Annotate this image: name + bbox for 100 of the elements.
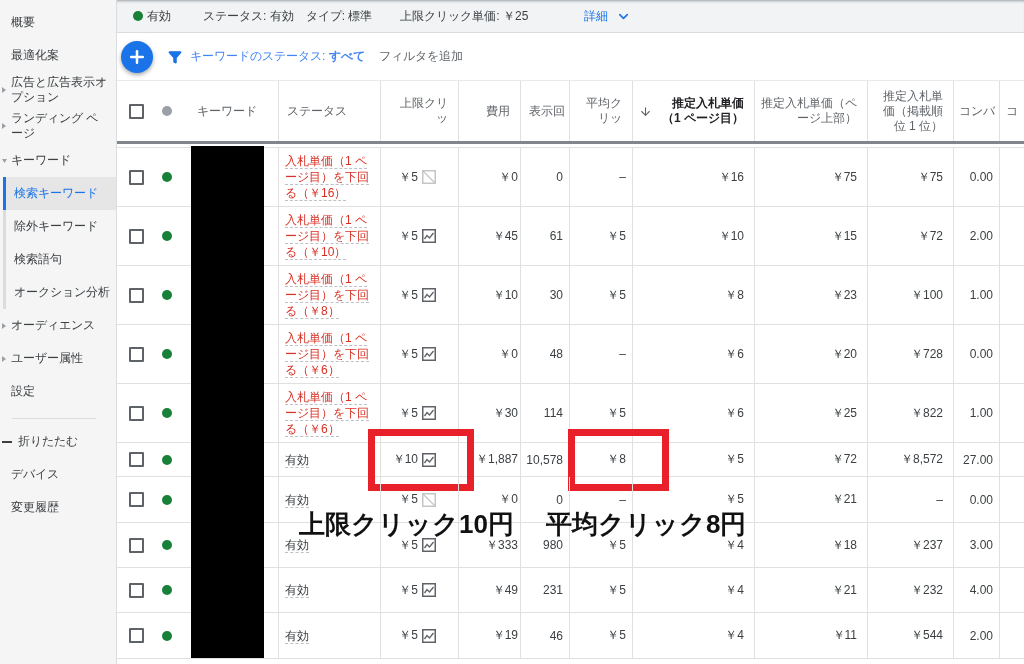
status-text[interactable]: 入札単価（1 ページ目）を下回る（￥6） xyxy=(285,330,370,378)
annotation-label: 平均クリック8円 xyxy=(546,509,747,539)
max-cpc-text: 上限クリック単価: ￥25 xyxy=(400,7,529,25)
max-cpc-value[interactable]: ￥5 xyxy=(399,627,418,644)
row-checkbox[interactable] xyxy=(128,628,144,643)
conversions-value: 27.00 xyxy=(962,452,993,467)
conversions-value: 0.00 xyxy=(969,492,993,507)
trend-chart-icon[interactable] xyxy=(422,628,436,643)
sidebar-item[interactable]: デバイス xyxy=(0,458,116,491)
conversions-value: 0.00 xyxy=(969,347,993,361)
column-header[interactable]: コンバ xyxy=(959,103,995,119)
row-checkbox[interactable] xyxy=(128,492,144,507)
row-checkbox[interactable] xyxy=(128,452,144,467)
max-cpc-value[interactable]: ￥5 xyxy=(399,491,418,508)
first-position-bid-value: – xyxy=(936,492,943,507)
status-text[interactable]: 有効 xyxy=(285,451,370,468)
sidebar-item[interactable]: 除外キーワード xyxy=(3,210,116,243)
sidebar-item[interactable]: 変更履歴 xyxy=(0,491,116,524)
sidebar-item[interactable]: キーワード xyxy=(0,144,116,177)
sidebar-item[interactable]: ユーザー属性 xyxy=(0,342,116,375)
row-checkbox[interactable] xyxy=(128,228,144,244)
column-header[interactable]: 表示回 xyxy=(529,103,565,119)
cost-value: ￥30 xyxy=(492,404,518,422)
first-position-bid-value: ￥822 xyxy=(910,404,943,422)
row-checkbox[interactable] xyxy=(128,537,144,553)
max-cpc-value[interactable]: ￥5 xyxy=(399,168,418,186)
conversions-value: 1.00 xyxy=(969,406,993,420)
details-link[interactable]: 詳細 xyxy=(584,7,632,25)
column-header[interactable]: 推定入札単価（掲載順位 1 位） xyxy=(874,88,943,134)
add-button[interactable] xyxy=(121,40,153,73)
conversions-value: 0.00 xyxy=(969,170,993,184)
impressions-value: 48 xyxy=(549,347,563,361)
first-page-bid-value: ￥10 xyxy=(718,227,744,245)
row-checkbox[interactable] xyxy=(128,287,144,303)
collapse-button[interactable]: 折りたたむ xyxy=(0,425,116,458)
avg-cpc-value: ￥5 xyxy=(607,581,626,599)
status-text[interactable]: 有効 xyxy=(285,491,370,508)
column-header[interactable]: 推定入札単価（ページ上部） xyxy=(761,96,857,126)
impressions-value: 231 xyxy=(542,583,563,597)
status-dot xyxy=(162,630,172,641)
sidebar-item[interactable]: ランディング ページ xyxy=(0,108,116,144)
status-dot xyxy=(162,231,172,241)
sidebar-item[interactable]: オークション分析 xyxy=(3,276,116,309)
sidebar-item[interactable]: 検索キーワード xyxy=(3,177,116,210)
column-header[interactable]: ステータス xyxy=(287,103,347,119)
trend-chart-icon[interactable] xyxy=(422,288,436,302)
sort-arrow-icon[interactable] xyxy=(639,104,652,118)
column-header[interactable]: 推定入札単価（1 ページ目） xyxy=(660,96,744,126)
trend-chart-icon[interactable] xyxy=(422,347,436,361)
max-cpc-value[interactable]: ￥5 xyxy=(399,404,418,422)
max-cpc-value[interactable]: ￥5 xyxy=(399,536,418,554)
top-page-bid-value: ￥75 xyxy=(831,168,857,186)
row-checkbox[interactable] xyxy=(128,169,144,185)
select-all-checkbox[interactable] xyxy=(128,103,144,119)
add-filter-link[interactable]: フィルタを追加 xyxy=(378,48,463,65)
status-text[interactable]: 有効 xyxy=(285,627,370,644)
status-text[interactable]: 入札単価（1 ページ目）を下回る（￥16） xyxy=(285,153,370,201)
row-checkbox[interactable] xyxy=(128,346,144,362)
max-cpc-value[interactable]: ￥5 xyxy=(399,227,418,245)
filter-chip[interactable]: キーワードのステータス: すべて xyxy=(190,48,365,65)
first-position-bid-value: ￥75 xyxy=(917,168,943,186)
column-header[interactable]: 上限クリッ xyxy=(389,96,448,126)
filter-icon[interactable] xyxy=(168,49,182,64)
status-dot xyxy=(133,11,143,21)
sidebar-item[interactable]: 最適化案 xyxy=(0,39,116,72)
first-position-bid-value: ￥72 xyxy=(917,227,943,245)
sidebar-item[interactable]: 概要 xyxy=(0,6,116,39)
status-text[interactable]: 入札単価（1 ページ目）を下回る（￥8） xyxy=(285,271,370,319)
top-page-bid-value: ￥18 xyxy=(831,536,857,554)
status-label: 有効 xyxy=(147,7,171,25)
first-page-bid-value: ￥6 xyxy=(725,345,744,363)
status-text[interactable]: 有効 xyxy=(285,537,370,553)
trend-chart-icon[interactable] xyxy=(422,583,436,597)
max-cpc-value[interactable]: ￥5 xyxy=(399,345,418,363)
column-header[interactable]: 平均クリッ xyxy=(576,96,622,126)
sidebar-item[interactable]: 設定 xyxy=(0,375,116,408)
conversions-value: 2.00 xyxy=(969,229,993,243)
sidebar-item[interactable]: 広告と広告表示オプション xyxy=(0,72,116,108)
column-header[interactable]: コ xyxy=(1006,103,1018,119)
row-checkbox[interactable] xyxy=(128,582,144,598)
impressions-value: 0 xyxy=(556,492,563,507)
row-checkbox[interactable] xyxy=(128,405,144,421)
trend-chart-icon[interactable] xyxy=(422,538,436,552)
sidebar-item[interactable]: オーディエンス xyxy=(0,309,116,342)
trend-chart-icon[interactable] xyxy=(422,229,436,243)
max-cpc-value[interactable]: ￥5 xyxy=(399,581,418,599)
trend-chart-icon[interactable] xyxy=(422,406,436,420)
max-cpc-value[interactable]: ￥10 xyxy=(392,451,418,468)
column-header[interactable]: キーワード xyxy=(196,103,257,119)
status-text[interactable]: 入札単価（1 ページ目）を下回る（￥10） xyxy=(285,212,370,260)
max-cpc-value[interactable]: ￥5 xyxy=(399,286,418,304)
first-position-bid-value: ￥232 xyxy=(910,581,943,599)
column-header[interactable]: 費用 xyxy=(486,103,510,119)
sidebar-item[interactable]: 検索語句 xyxy=(3,243,116,276)
cost-value: ￥0 xyxy=(499,345,518,363)
status-text[interactable]: 入札単価（1 ページ目）を下回る（￥6） xyxy=(285,389,370,437)
first-position-bid-value: ￥8,572 xyxy=(900,451,943,468)
trend-chart-icon[interactable] xyxy=(422,452,436,467)
avg-cpc-value: ￥5 xyxy=(607,627,626,644)
status-text[interactable]: 有効 xyxy=(285,582,370,598)
